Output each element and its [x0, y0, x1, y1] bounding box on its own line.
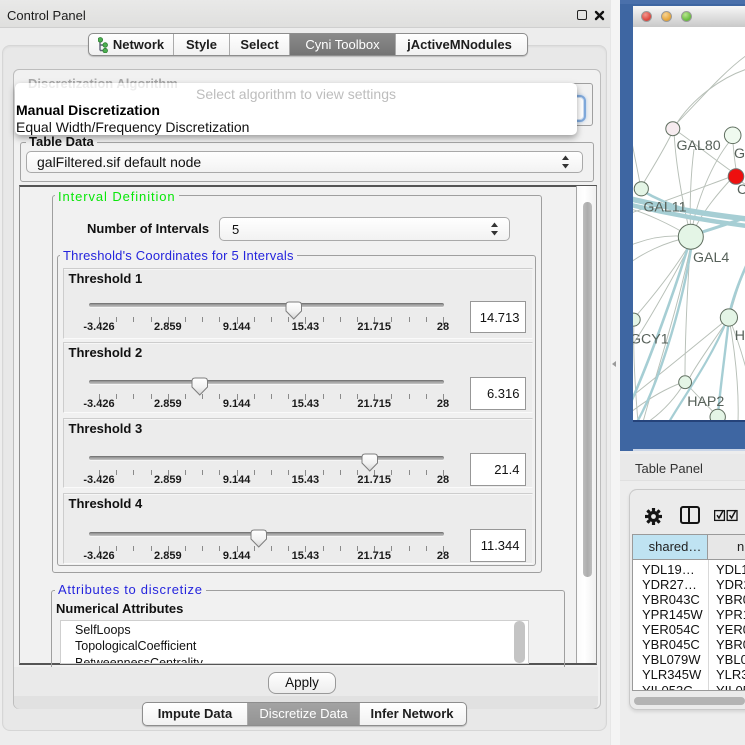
svg-text:GAL80: GAL80 [677, 138, 721, 154]
svg-text:G.: G. [734, 146, 745, 162]
svg-text:GAL11: GAL11 [643, 200, 686, 216]
svg-text:GCY1: GCY1 [633, 332, 669, 348]
svg-text:HAP2: HAP2 [687, 394, 724, 410]
svg-text:C: C [737, 182, 745, 198]
svg-text:GAL4: GAL4 [693, 250, 729, 266]
svg-text:H: H [735, 328, 745, 344]
